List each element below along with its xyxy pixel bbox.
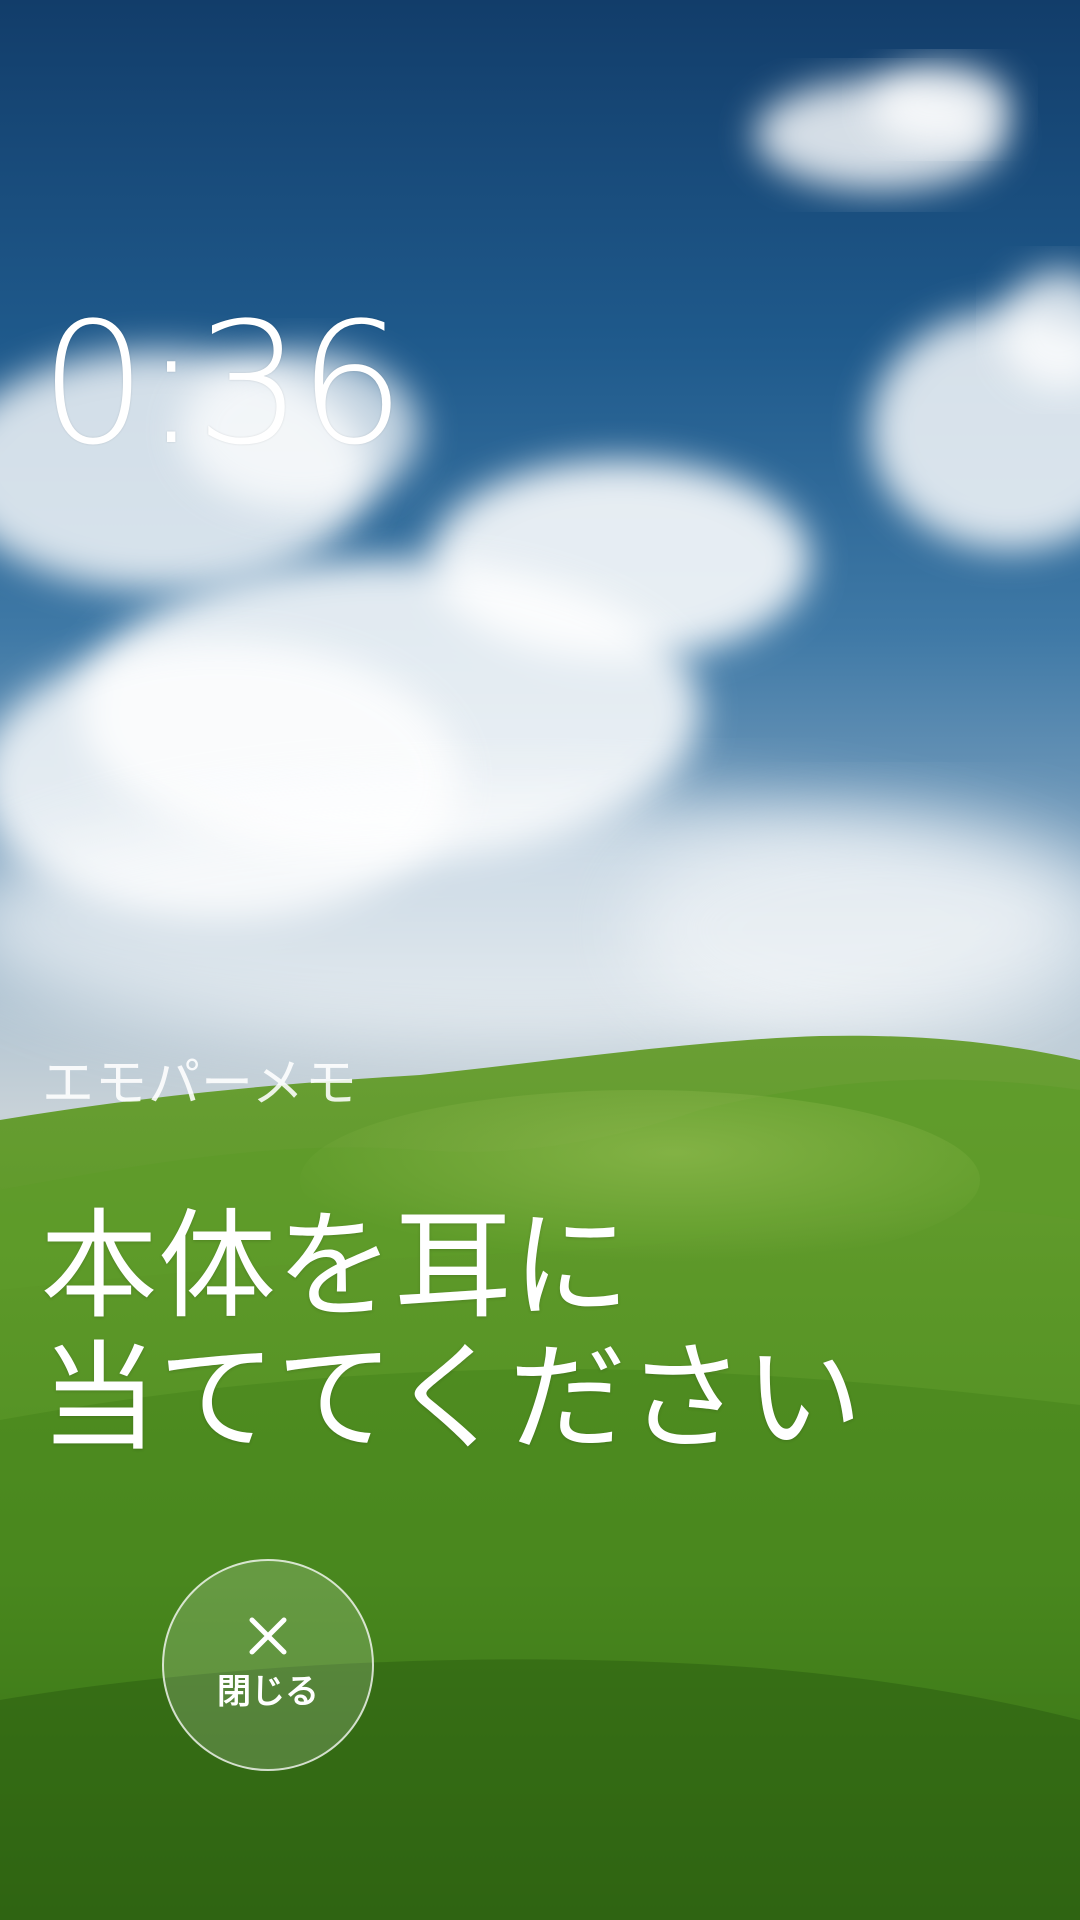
close-button[interactable]: 閉じる [162,1559,374,1771]
close-button-label: 閉じる [217,1672,319,1712]
instruction-message: 本体を耳に 当ててください [40,1200,1040,1464]
close-icon [249,1617,287,1655]
clock-time: 0:36 [40,286,405,482]
instruction-line-2: 当ててください [40,1329,863,1468]
cloud-group [0,65,1080,1050]
ear-prompt-screen: 0:36 エモパーメモ 本体を耳に 当ててください 閉じる [0,0,1080,1920]
app-name: エモパーメモ [42,1054,358,1114]
instruction-line-1: 本体を耳に [40,1197,631,1335]
